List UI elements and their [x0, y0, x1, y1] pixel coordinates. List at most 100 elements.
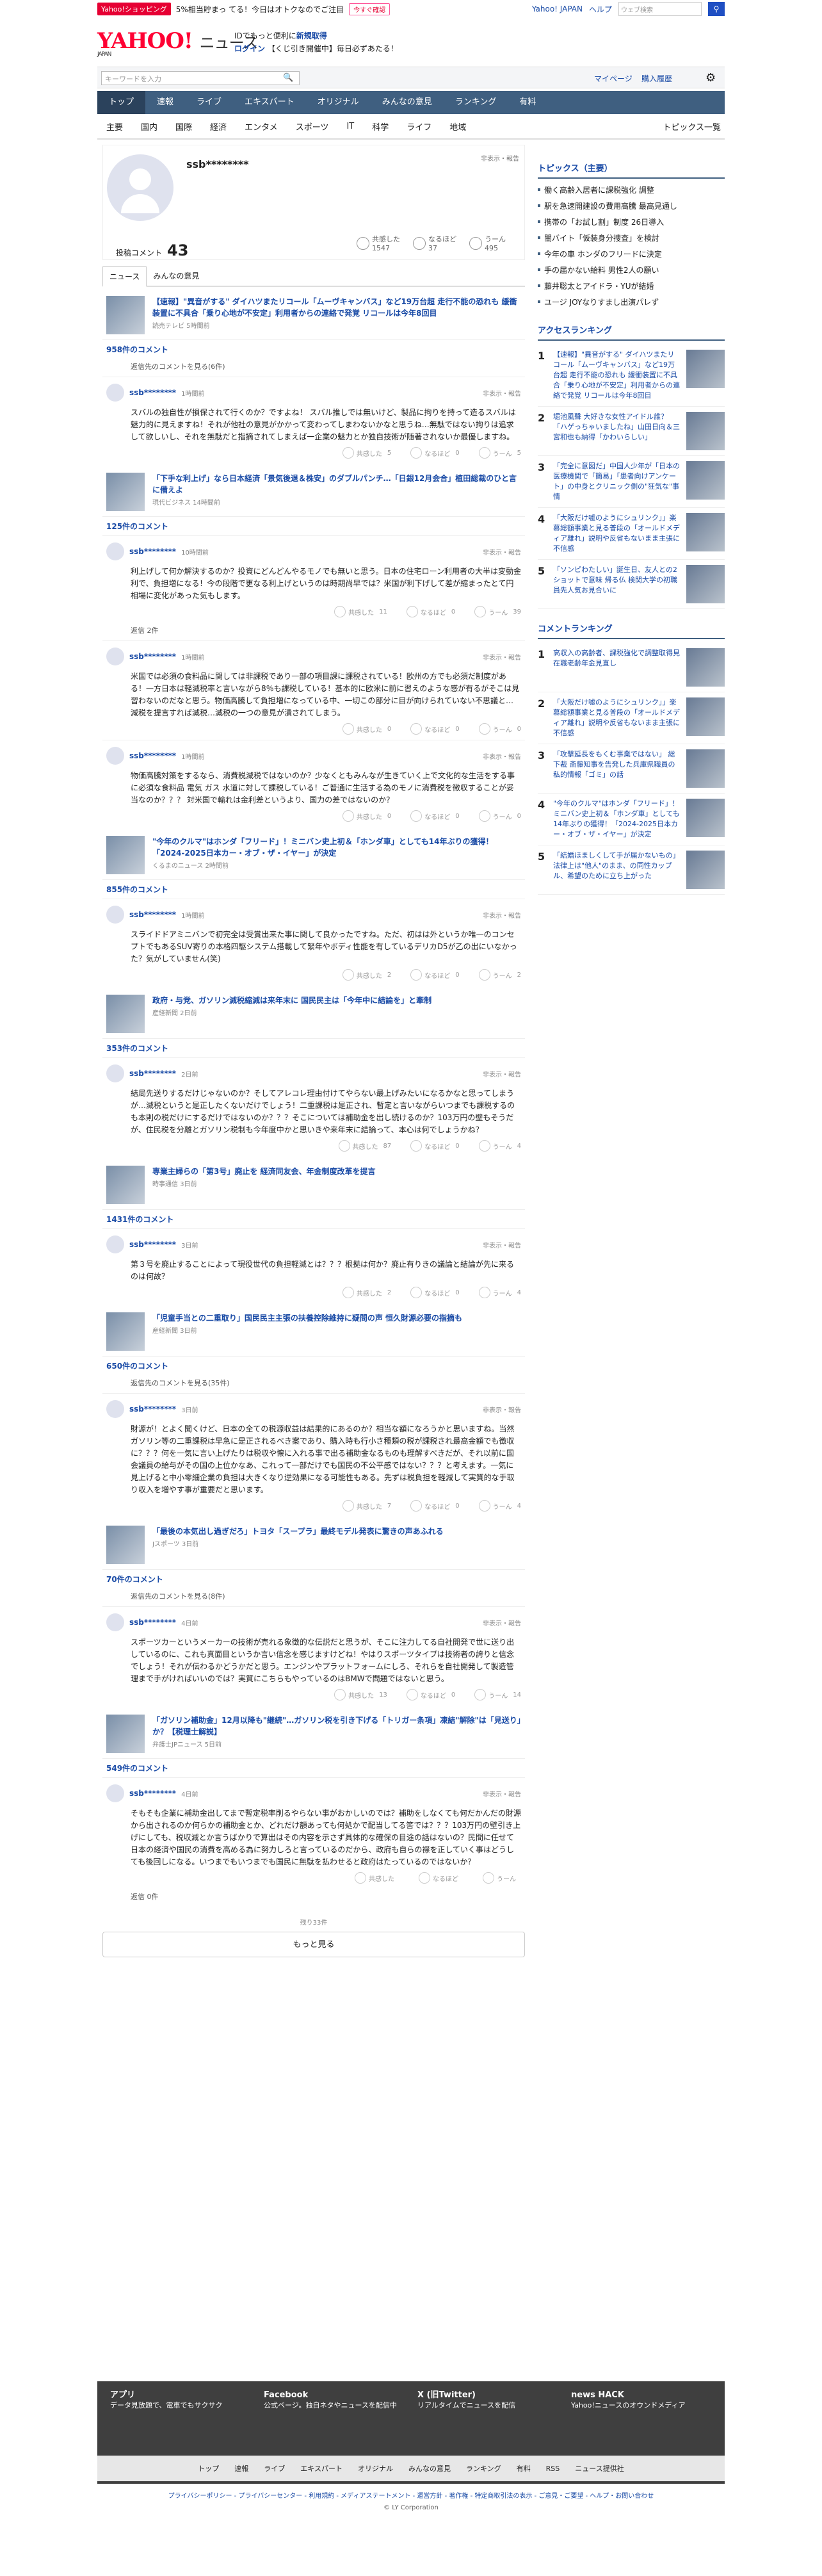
comment-count-link[interactable]: 70件のコメント: [102, 1569, 525, 1588]
login-link[interactable]: ログイン: [234, 44, 265, 53]
comment-user-name[interactable]: ssb********: [129, 1789, 176, 1798]
ranking-title[interactable]: 「完全に意図だ」中国人少年が「日本の医療機関で「簡易」「患者向けアンケート」の中…: [553, 461, 681, 502]
ranking-item[interactable]: 4 "今年のクルマ"はホンダ「フリード」！ミニバン史上初＆「ホンダ車」としても14…: [538, 794, 725, 845]
ranking-item[interactable]: 3 「完全に意図だ」中国人少年が「日本の医療機関で「簡易」「患者向けアンケート」の…: [538, 456, 725, 508]
report-link[interactable]: 非表示・報告: [483, 547, 521, 557]
article-thumbnail[interactable]: [106, 1715, 145, 1753]
promo-button[interactable]: 今すぐ確認: [349, 3, 391, 15]
insightful-button[interactable]: なるほど 0: [406, 606, 455, 617]
topic-item[interactable]: 働く高齢入居者に課税強化 調整: [538, 183, 725, 199]
insightful-button[interactable]: なるほど 0: [410, 1140, 460, 1152]
lottery-text[interactable]: 【くじ引き開催中】毎日必ずあたる！: [268, 44, 398, 53]
footer-nav-item[interactable]: エキスパート: [300, 2463, 342, 2474]
article-thumbnail[interactable]: [106, 1312, 145, 1351]
ranking-item[interactable]: 2 「大阪だけ嘘のようにシュリンク」」楽慕総額事業と見る普段の「オールドメディア離…: [538, 692, 725, 744]
ranking-title[interactable]: 「結婚ほましくして手が届かないもの」 法律上は"他人"のまま、の同性カップル、希…: [553, 851, 681, 889]
ranking-item[interactable]: 5 「ソンピわたしい」誕生日、友人との2ショットで意味 帰る仏 検関大学の初職員先…: [538, 560, 725, 609]
footer-app[interactable]: アプリ データ見放題で、電車でもサクサク: [110, 2390, 257, 2411]
cat-life[interactable]: ライフ: [398, 120, 440, 133]
signup-link[interactable]: 新規取得: [296, 31, 327, 40]
cat-entertainment[interactable]: エンタメ: [236, 120, 287, 133]
footer-nav-item[interactable]: 有料: [517, 2463, 531, 2474]
article-title[interactable]: 【速報】"異音がする" ダイハツまたリコール「ムーヴキャンバス」など19万台超 …: [152, 296, 521, 319]
ranking-item[interactable]: 5 「結婚ほましくして手が届かないもの」 法律上は"他人"のまま、の同性カップル、…: [538, 845, 725, 895]
article-title[interactable]: 政府・与党、ガソリン減税縮減は来年末に 国民民主は「今年中に結論を」と牽制: [152, 995, 431, 1006]
footer-newshack[interactable]: news HACK Yahoo!ニュースのオウンドメディア: [571, 2390, 718, 2411]
reply-count[interactable]: 返信 0件: [102, 1889, 525, 1907]
hmm-button[interactable]: うーん 0: [478, 810, 521, 822]
report-link[interactable]: 非表示・報告: [483, 910, 521, 920]
footer-facebook[interactable]: Facebook 公式ページ。独自ネタやニュースを配信中: [264, 2390, 411, 2411]
nav-original[interactable]: オリジナル: [306, 91, 371, 114]
footer-nav-item[interactable]: みんなの意見: [408, 2463, 451, 2474]
article-title[interactable]: 「ガソリン補助金」12月以降も"継続"…ガソリン税を引き下げる「トリガー条項」凍…: [152, 1715, 521, 1738]
ranking-thumbnail[interactable]: [686, 513, 725, 551]
agree-button[interactable]: 共感した 0: [342, 723, 391, 735]
tab-opinions[interactable]: みんなの意見: [147, 266, 206, 286]
topic-item[interactable]: 手の届かない給料 男性2人の願い: [538, 263, 725, 279]
article-title[interactable]: "今年のクルマ"はホンダ「フリード」！ミニバン史上初＆「ホンダ車」としても14年…: [152, 836, 521, 859]
ranking-thumbnail[interactable]: [686, 851, 725, 889]
show-replies-link[interactable]: 返信先のコメントを見る(8件): [102, 1588, 525, 1606]
nav-breaking[interactable]: 速報: [145, 91, 185, 114]
footer-nav-item[interactable]: トップ: [198, 2463, 219, 2474]
report-link[interactable]: 非表示・報告: [483, 652, 521, 662]
cat-main[interactable]: 主要: [97, 120, 132, 133]
web-search-input[interactable]: ウェブ検索: [618, 2, 702, 16]
ranking-thumbnail[interactable]: [686, 697, 725, 736]
agree-button[interactable]: 共感した 87: [338, 1140, 391, 1152]
ranking-title[interactable]: 「大阪だけ嘘のようにシュリンク」」楽慕総額事業と見る普段の「オールドメディア離れ…: [553, 513, 681, 554]
comment-user-name[interactable]: ssb********: [129, 1618, 176, 1627]
insightful-button[interactable]: なるほど 0: [410, 447, 460, 459]
cat-sports[interactable]: スポーツ: [287, 120, 338, 133]
ranking-thumbnail[interactable]: [686, 412, 725, 450]
report-link[interactable]: 非表示・報告: [483, 1069, 521, 1079]
nav-paid[interactable]: 有料: [508, 91, 547, 114]
agree-button[interactable]: 共感した 0: [342, 810, 391, 822]
ranking-thumbnail[interactable]: [686, 648, 725, 687]
agree-button[interactable]: 共感した 5: [342, 447, 391, 459]
ranking-item[interactable]: 4 「大阪だけ嘘のようにシュリンク」」楽慕総額事業と見る普段の「オールドメディア離…: [538, 508, 725, 560]
insightful-button[interactable]: なるほど 0: [410, 810, 460, 822]
topic-item[interactable]: 携帯の「お試し割」制度 26日導入: [538, 215, 725, 231]
nav-live[interactable]: ライブ: [185, 91, 233, 114]
ranking-thumbnail[interactable]: [686, 461, 725, 500]
comment-count-link[interactable]: 958件のコメント: [102, 339, 525, 359]
ranking-thumbnail[interactable]: [686, 749, 725, 788]
keyword-input[interactable]: キーワードを入力: [101, 71, 300, 85]
comment-count-link[interactable]: 125件のコメント: [102, 516, 525, 535]
cat-international[interactable]: 国際: [166, 120, 201, 133]
article-thumbnail[interactable]: [106, 1166, 145, 1204]
topic-item[interactable]: 藤井聡太とアイドラ・YUが結婚: [538, 279, 725, 295]
comment-user-name[interactable]: ssb********: [129, 910, 176, 919]
insightful-button[interactable]: なるほど: [419, 1872, 463, 1884]
agree-button[interactable]: 共感した 13: [334, 1689, 387, 1700]
tab-news[interactable]: ニュース: [102, 266, 147, 287]
ranking-thumbnail[interactable]: [686, 799, 725, 837]
hmm-button[interactable]: うーん 2: [478, 969, 521, 981]
gear-icon[interactable]: ⚙: [705, 71, 716, 85]
cat-domestic[interactable]: 国内: [132, 120, 166, 133]
agree-button[interactable]: 共感した 2: [342, 1287, 391, 1298]
hmm-button[interactable]: うーん 4: [478, 1140, 521, 1152]
nav-ranking[interactable]: ランキング: [444, 91, 508, 114]
article-title[interactable]: 「下手な利上げ」なら日本経済「景気後退＆株安」のダブルパンチ…「日銀12月会合」…: [152, 473, 521, 496]
ranking-item[interactable]: 3 「攻撃延長をもくむ事業ではない」 総下裁 斎藤知事を告発した兵庫県職員の私的情…: [538, 744, 725, 794]
article-thumbnail[interactable]: [106, 473, 145, 511]
cat-region[interactable]: 地域: [440, 120, 475, 133]
comment-count-link[interactable]: 1431件のコメント: [102, 1209, 525, 1228]
insightful-button[interactable]: なるほど 0: [410, 1500, 460, 1512]
comment-user-name[interactable]: ssb********: [129, 388, 176, 397]
reply-count[interactable]: 返信 2件: [102, 623, 525, 640]
insightful-button[interactable]: なるほど 0: [406, 1689, 455, 1700]
comment-user-name[interactable]: ssb********: [129, 1240, 176, 1249]
report-link[interactable]: 非表示・報告: [481, 153, 519, 163]
comment-user-name[interactable]: ssb********: [129, 547, 176, 556]
article-title[interactable]: 専業主婦らの「第3号」廃止を 経済同友会、年金制度改革を提言: [152, 1166, 376, 1177]
mypage-link[interactable]: マイページ: [594, 73, 633, 84]
topic-item[interactable]: 闇バイト「仮装身分捜査」を検討: [538, 231, 725, 247]
comment-count-link[interactable]: 549件のコメント: [102, 1758, 525, 1777]
insightful-button[interactable]: なるほど 0: [410, 1287, 460, 1298]
hmm-button[interactable]: うーん 5: [478, 447, 521, 459]
report-link[interactable]: 非表示・報告: [483, 1240, 521, 1250]
